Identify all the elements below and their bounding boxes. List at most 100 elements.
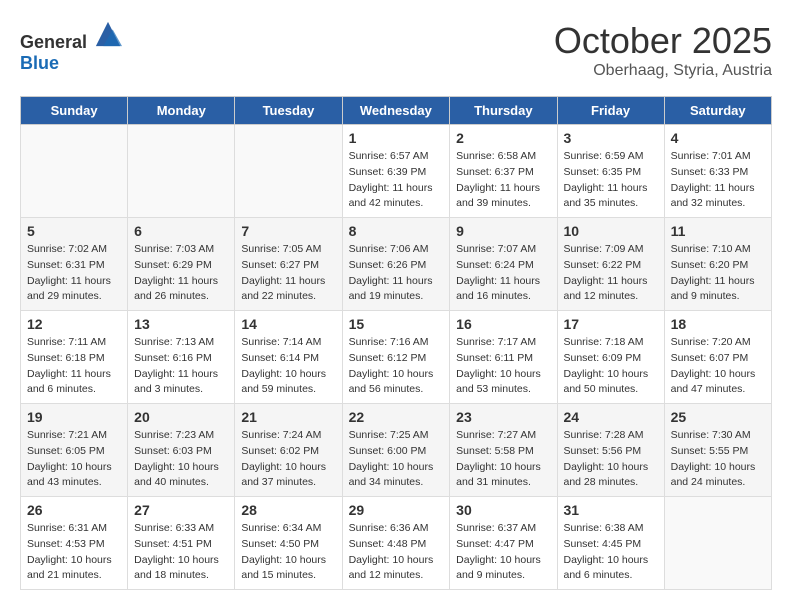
day-number: 12 bbox=[27, 316, 121, 332]
calendar-cell: 11 Sunrise: 7:10 AMSunset: 6:20 PMDayligh… bbox=[664, 218, 771, 311]
day-info: Sunrise: 6:37 AMSunset: 4:47 PMDaylight:… bbox=[456, 521, 550, 584]
weekday-header-wednesday: Wednesday bbox=[342, 97, 450, 125]
calendar-cell: 16 Sunrise: 7:17 AMSunset: 6:11 PMDayligh… bbox=[450, 311, 557, 404]
calendar-cell: 13Sunrise: 7:13 AMSunset: 6:16 PMDayligh… bbox=[128, 311, 235, 404]
calendar-cell: 17Sunrise: 7:18 AMSunset: 6:09 PMDayligh… bbox=[557, 311, 664, 404]
calendar-cell: 7 Sunrise: 7:05 AMSunset: 6:27 PMDaylight… bbox=[235, 218, 342, 311]
calendar-cell: 5 Sunrise: 7:02 AMSunset: 6:31 PMDaylight… bbox=[21, 218, 128, 311]
calendar-cell: 8Sunrise: 7:06 AMSunset: 6:26 PMDaylight… bbox=[342, 218, 450, 311]
day-number: 30 bbox=[456, 502, 550, 518]
calendar-cell: 23 Sunrise: 7:27 AMSunset: 5:58 PMDayligh… bbox=[450, 404, 557, 497]
day-number: 25 bbox=[671, 409, 765, 425]
day-number: 24 bbox=[564, 409, 658, 425]
day-number: 16 bbox=[456, 316, 550, 332]
day-info: Sunrise: 7:03 AMSunset: 6:29 PMDaylight:… bbox=[134, 242, 228, 305]
day-info: Sunrise: 7:23 AMSunset: 6:03 PMDaylight:… bbox=[134, 428, 228, 491]
day-number: 15 bbox=[349, 316, 444, 332]
calendar-cell: 29 Sunrise: 6:36 AMSunset: 4:48 PMDayligh… bbox=[342, 497, 450, 590]
day-info: Sunrise: 7:17 AMSunset: 6:11 PMDaylight:… bbox=[456, 335, 550, 398]
day-info: Sunrise: 7:30 AMSunset: 5:55 PMDaylight:… bbox=[671, 428, 765, 491]
day-info: Sunrise: 6:34 AMSunset: 4:50 PMDaylight:… bbox=[241, 521, 335, 584]
day-info: Sunrise: 7:28 AMSunset: 5:56 PMDaylight:… bbox=[564, 428, 658, 491]
calendar-week-row: 5 Sunrise: 7:02 AMSunset: 6:31 PMDaylight… bbox=[21, 218, 772, 311]
calendar-cell: 28 Sunrise: 6:34 AMSunset: 4:50 PMDayligh… bbox=[235, 497, 342, 590]
calendar-cell: 30 Sunrise: 6:37 AMSunset: 4:47 PMDayligh… bbox=[450, 497, 557, 590]
day-number: 18 bbox=[671, 316, 765, 332]
day-number: 3 bbox=[564, 130, 658, 146]
weekday-header-tuesday: Tuesday bbox=[235, 97, 342, 125]
location-title: Oberhaag, Styria, Austria bbox=[554, 62, 772, 80]
day-number: 20 bbox=[134, 409, 228, 425]
calendar-cell: 9Sunrise: 7:07 AMSunset: 6:24 PMDaylight… bbox=[450, 218, 557, 311]
calendar-cell: 27Sunrise: 6:33 AMSunset: 4:51 PMDayligh… bbox=[128, 497, 235, 590]
day-info: Sunrise: 7:14 AMSunset: 6:14 PMDaylight:… bbox=[241, 335, 335, 398]
day-number: 13 bbox=[134, 316, 228, 332]
calendar-week-row: 12 Sunrise: 7:11 AMSunset: 6:18 PMDayligh… bbox=[21, 311, 772, 404]
page-header: General Blue October 2025 Oberhaag, Styr… bbox=[20, 20, 772, 80]
calendar-cell: 18 Sunrise: 7:20 AMSunset: 6:07 PMDayligh… bbox=[664, 311, 771, 404]
day-number: 19 bbox=[27, 409, 121, 425]
weekday-header-sunday: Sunday bbox=[21, 97, 128, 125]
day-info: Sunrise: 7:11 AMSunset: 6:18 PMDaylight:… bbox=[27, 335, 121, 398]
weekday-header-saturday: Saturday bbox=[664, 97, 771, 125]
weekday-header-monday: Monday bbox=[128, 97, 235, 125]
calendar-cell: 3 Sunrise: 6:59 AMSunset: 6:35 PMDaylight… bbox=[557, 125, 664, 218]
calendar-cell: 10 Sunrise: 7:09 AMSunset: 6:22 PMDayligh… bbox=[557, 218, 664, 311]
calendar-week-row: 26 Sunrise: 6:31 AMSunset: 4:53 PMDayligh… bbox=[21, 497, 772, 590]
logo-text: General Blue bbox=[20, 20, 122, 74]
day-info: Sunrise: 7:01 AMSunset: 6:33 PMDaylight:… bbox=[671, 149, 765, 212]
day-info: Sunrise: 6:36 AMSunset: 4:48 PMDaylight:… bbox=[349, 521, 444, 584]
day-info: Sunrise: 7:24 AMSunset: 6:02 PMDaylight:… bbox=[241, 428, 335, 491]
logo: General Blue bbox=[20, 20, 122, 74]
day-number: 6 bbox=[134, 223, 228, 239]
calendar-cell: 31Sunrise: 6:38 AMSunset: 4:45 PMDayligh… bbox=[557, 497, 664, 590]
day-number: 23 bbox=[456, 409, 550, 425]
day-info: Sunrise: 7:02 AMSunset: 6:31 PMDaylight:… bbox=[27, 242, 121, 305]
day-info: Sunrise: 7:20 AMSunset: 6:07 PMDaylight:… bbox=[671, 335, 765, 398]
day-info: Sunrise: 6:59 AMSunset: 6:35 PMDaylight:… bbox=[564, 149, 658, 212]
calendar-cell: 24 Sunrise: 7:28 AMSunset: 5:56 PMDayligh… bbox=[557, 404, 664, 497]
day-number: 11 bbox=[671, 223, 765, 239]
day-info: Sunrise: 6:57 AMSunset: 6:39 PMDaylight:… bbox=[349, 149, 444, 212]
calendar-cell: 20 Sunrise: 7:23 AMSunset: 6:03 PMDayligh… bbox=[128, 404, 235, 497]
month-title: October 2025 bbox=[554, 20, 772, 62]
day-number: 8 bbox=[349, 223, 444, 239]
weekday-header-row: SundayMondayTuesdayWednesdayThursdayFrid… bbox=[21, 97, 772, 125]
day-info: Sunrise: 6:38 AMSunset: 4:45 PMDaylight:… bbox=[564, 521, 658, 584]
calendar-cell: 15 Sunrise: 7:16 AMSunset: 6:12 PMDayligh… bbox=[342, 311, 450, 404]
calendar-cell bbox=[128, 125, 235, 218]
day-number: 29 bbox=[349, 502, 444, 518]
calendar-cell: 25 Sunrise: 7:30 AMSunset: 5:55 PMDayligh… bbox=[664, 404, 771, 497]
day-info: Sunrise: 7:05 AMSunset: 6:27 PMDaylight:… bbox=[241, 242, 335, 305]
calendar-cell bbox=[235, 125, 342, 218]
logo-blue: Blue bbox=[20, 53, 59, 73]
title-block: October 2025 Oberhaag, Styria, Austria bbox=[554, 20, 772, 80]
day-info: Sunrise: 7:10 AMSunset: 6:20 PMDaylight:… bbox=[671, 242, 765, 305]
day-number: 9 bbox=[456, 223, 550, 239]
logo-icon bbox=[94, 20, 122, 48]
calendar-cell bbox=[664, 497, 771, 590]
calendar-cell: 26 Sunrise: 6:31 AMSunset: 4:53 PMDayligh… bbox=[21, 497, 128, 590]
calendar-cell: 1 Sunrise: 6:57 AMSunset: 6:39 PMDaylight… bbox=[342, 125, 450, 218]
calendar-cell: 6 Sunrise: 7:03 AMSunset: 6:29 PMDaylight… bbox=[128, 218, 235, 311]
day-number: 21 bbox=[241, 409, 335, 425]
day-number: 22 bbox=[349, 409, 444, 425]
day-number: 14 bbox=[241, 316, 335, 332]
logo-general: General bbox=[20, 32, 87, 52]
day-info: Sunrise: 6:31 AMSunset: 4:53 PMDaylight:… bbox=[27, 521, 121, 584]
day-number: 28 bbox=[241, 502, 335, 518]
calendar-table: SundayMondayTuesdayWednesdayThursdayFrid… bbox=[20, 96, 772, 590]
day-number: 5 bbox=[27, 223, 121, 239]
day-info: Sunrise: 7:27 AMSunset: 5:58 PMDaylight:… bbox=[456, 428, 550, 491]
day-info: Sunrise: 7:25 AMSunset: 6:00 PMDaylight:… bbox=[349, 428, 444, 491]
day-number: 1 bbox=[349, 130, 444, 146]
day-info: Sunrise: 7:16 AMSunset: 6:12 PMDaylight:… bbox=[349, 335, 444, 398]
day-info: Sunrise: 7:09 AMSunset: 6:22 PMDaylight:… bbox=[564, 242, 658, 305]
calendar-cell: 22 Sunrise: 7:25 AMSunset: 6:00 PMDayligh… bbox=[342, 404, 450, 497]
day-number: 10 bbox=[564, 223, 658, 239]
calendar-cell bbox=[21, 125, 128, 218]
day-number: 7 bbox=[241, 223, 335, 239]
calendar-cell: 21 Sunrise: 7:24 AMSunset: 6:02 PMDayligh… bbox=[235, 404, 342, 497]
day-number: 26 bbox=[27, 502, 121, 518]
day-number: 2 bbox=[456, 130, 550, 146]
